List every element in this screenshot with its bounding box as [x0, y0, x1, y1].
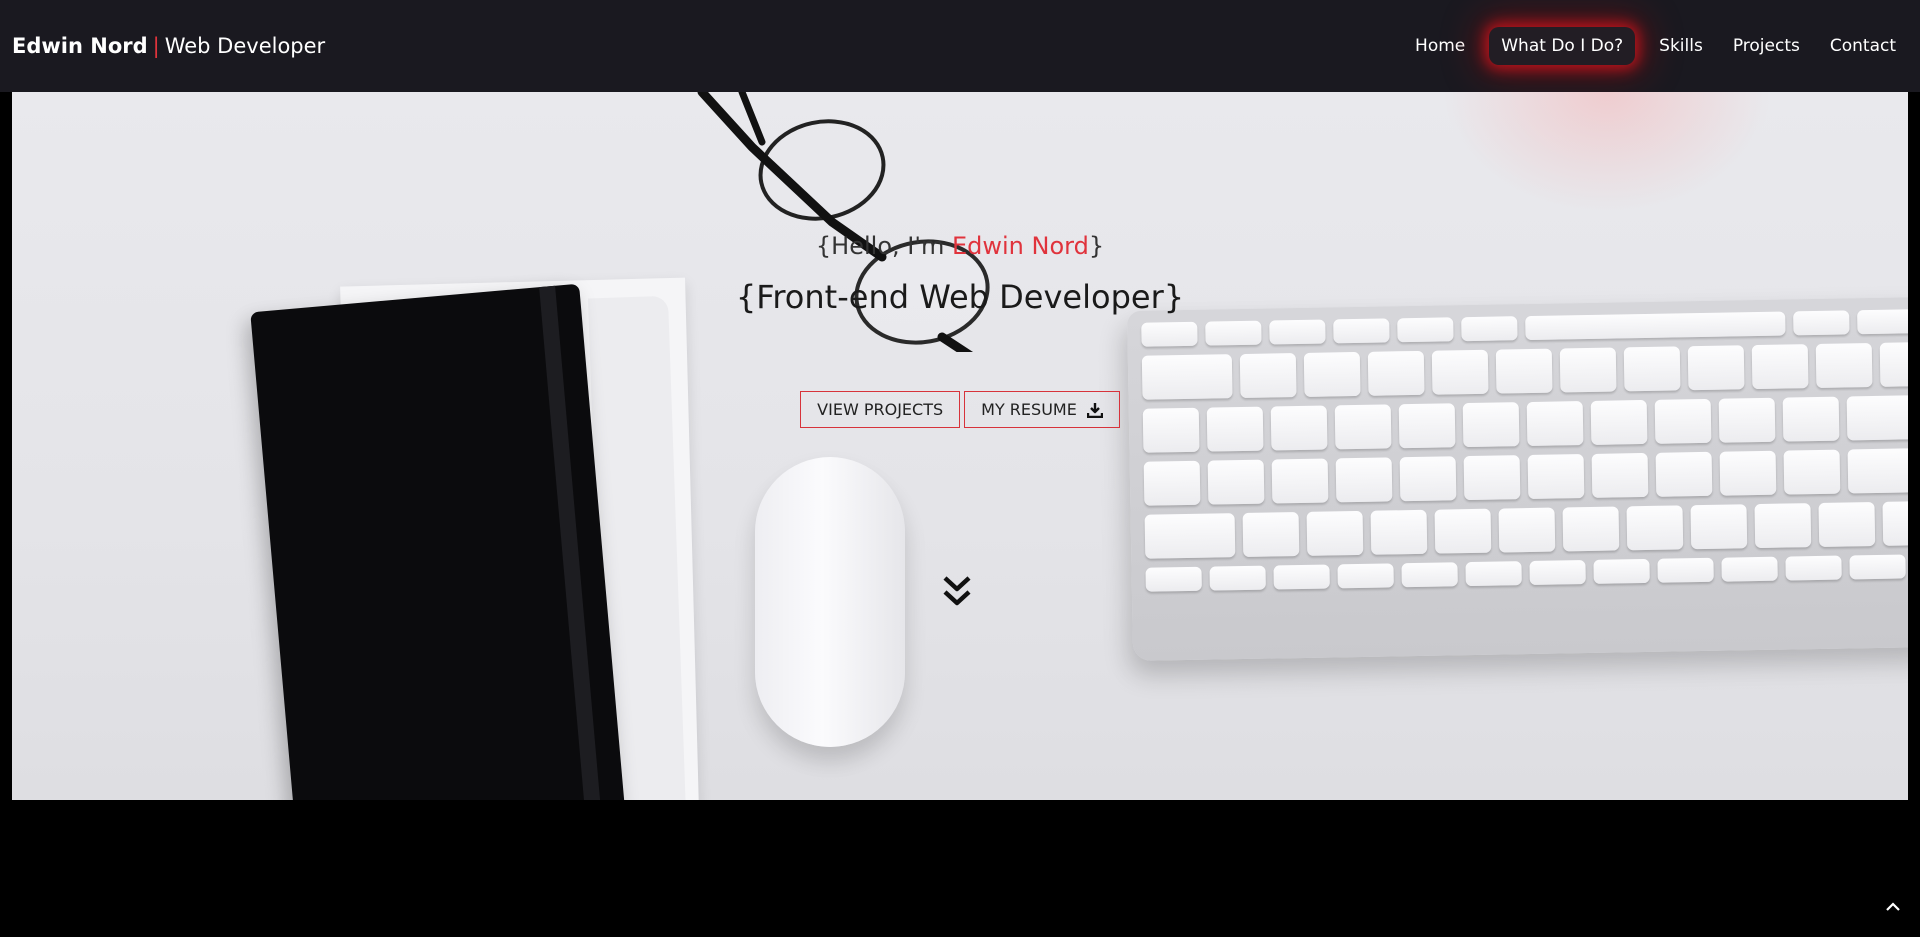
nav-projects[interactable]: Projects	[1721, 27, 1812, 65]
nav-contact[interactable]: Contact	[1818, 27, 1908, 65]
my-resume-button[interactable]: MY RESUME	[964, 391, 1120, 428]
greeting-suffix: }	[1088, 232, 1105, 260]
double-chevron-down-icon[interactable]	[942, 574, 972, 610]
view-projects-label: VIEW PROJECTS	[817, 400, 944, 419]
nav-glow	[1442, 92, 1772, 212]
navbar: Edwin Nord | Web Developer Home What Do I …	[0, 0, 1920, 92]
nav-skills[interactable]: Skills	[1647, 27, 1715, 65]
greeting-prefix: {Hello, I'm	[815, 232, 952, 260]
chevron-up-icon[interactable]	[1884, 898, 1902, 916]
hero-greeting: {Hello, I'm Edwin Nord}	[12, 232, 1908, 260]
brand-role: Web Developer	[164, 34, 326, 58]
hero-headline: {Front-end Web Developer}	[735, 278, 1185, 316]
hero-buttons: VIEW PROJECTS MY RESUME	[12, 391, 1908, 428]
brand[interactable]: Edwin Nord | Web Developer	[12, 34, 325, 58]
hero-section: {Hello, I'm Edwin Nord} {Front-end Web D…	[12, 92, 1908, 800]
my-resume-label: MY RESUME	[981, 400, 1077, 419]
brand-name: Edwin Nord	[12, 34, 148, 58]
keyboard-image	[1127, 297, 1908, 661]
view-projects-button[interactable]: VIEW PROJECTS	[800, 391, 961, 428]
notebook-image	[250, 283, 628, 800]
download-icon	[1086, 402, 1103, 418]
greeting-name: Edwin Nord	[951, 232, 1089, 260]
nav-menu: Home What Do I Do? Skills Projects Conta…	[1403, 27, 1908, 65]
mouse-image	[755, 457, 905, 747]
brand-separator: |	[152, 34, 160, 58]
nav-home[interactable]: Home	[1403, 27, 1477, 65]
nav-what-do-i-do[interactable]: What Do I Do?	[1489, 27, 1636, 65]
